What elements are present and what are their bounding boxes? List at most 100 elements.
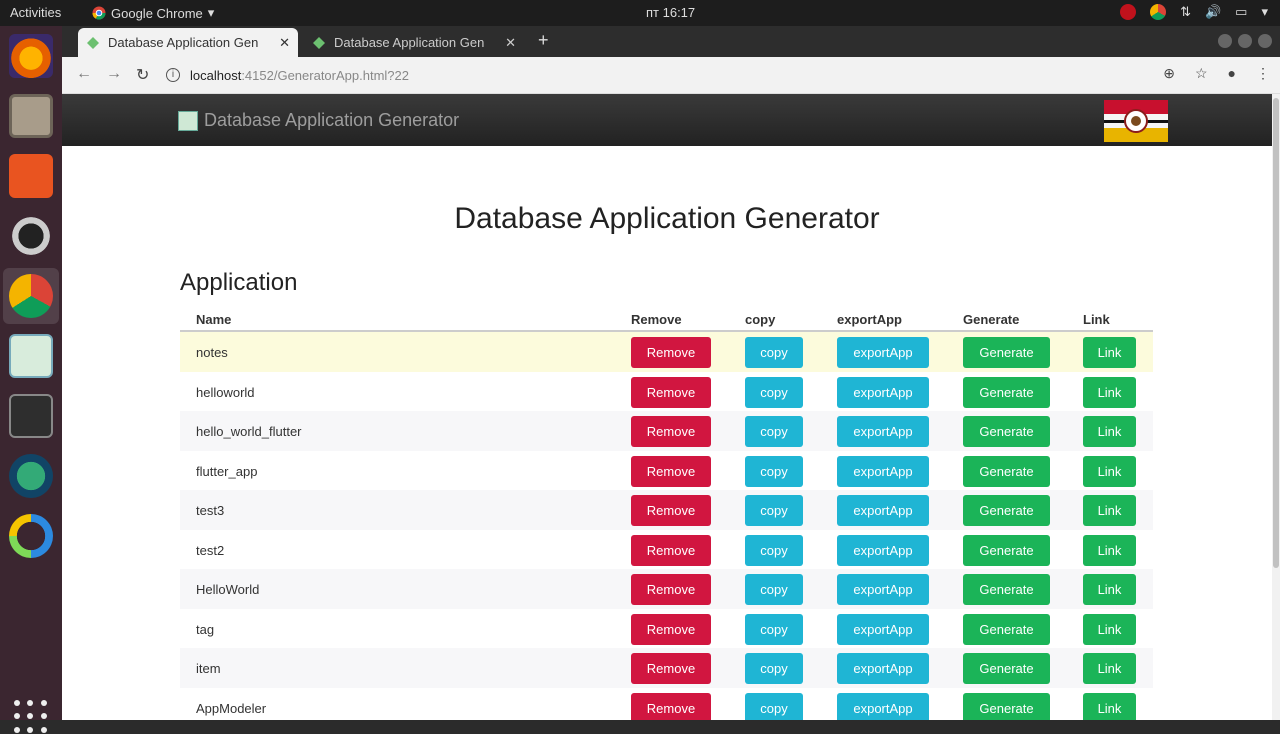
- close-tab-icon[interactable]: ✕: [505, 35, 516, 51]
- copy-button[interactable]: copy: [745, 337, 803, 368]
- app-menu-label: Google Chrome: [111, 5, 203, 21]
- header-generate[interactable]: Generate: [963, 312, 1019, 327]
- table-row: AppModeler Remove copy exportApp Generat…: [180, 688, 1153, 720]
- flag-logo-icon[interactable]: [1104, 100, 1168, 142]
- remove-button[interactable]: Remove: [631, 692, 711, 720]
- header-copy[interactable]: copy: [745, 312, 775, 327]
- chrome-dock-icon[interactable]: [9, 274, 53, 318]
- scrollbar-thumb[interactable]: [1273, 98, 1279, 568]
- bookmark-star-icon[interactable]: ☆: [1195, 65, 1208, 82]
- header-remove[interactable]: Remove: [631, 312, 682, 327]
- volume-icon[interactable]: 🔊: [1205, 4, 1221, 20]
- remove-button[interactable]: Remove: [631, 574, 711, 605]
- generate-button[interactable]: Generate: [963, 653, 1050, 684]
- remove-button[interactable]: Remove: [631, 416, 711, 447]
- link-button[interactable]: Link: [1083, 574, 1136, 605]
- close-window-icon[interactable]: [1258, 34, 1272, 48]
- activities-button[interactable]: Activities: [10, 5, 61, 20]
- export-app-button[interactable]: exportApp: [837, 376, 929, 408]
- power-icon[interactable]: ▾: [1261, 4, 1268, 20]
- link-button[interactable]: Link: [1083, 416, 1136, 447]
- minimize-icon[interactable]: [1218, 34, 1232, 48]
- export-app-button[interactable]: exportApp: [837, 534, 929, 566]
- header-export[interactable]: exportApp: [837, 312, 902, 327]
- database-app-icon[interactable]: [9, 334, 53, 378]
- generate-button[interactable]: Generate: [963, 613, 1050, 645]
- export-app-button[interactable]: exportApp: [837, 692, 929, 720]
- settings-gear-icon[interactable]: [9, 214, 53, 258]
- software-center-icon[interactable]: [9, 154, 53, 198]
- copy-button[interactable]: copy: [745, 416, 803, 447]
- record-icon[interactable]: [1120, 4, 1137, 20]
- copy-button[interactable]: copy: [745, 613, 803, 645]
- export-app-button[interactable]: exportApp: [837, 613, 929, 645]
- remove-button[interactable]: Remove: [631, 534, 711, 566]
- header-name[interactable]: Name: [196, 312, 231, 327]
- remove-button[interactable]: Remove: [631, 455, 711, 487]
- link-button[interactable]: Link: [1083, 455, 1136, 487]
- info-icon[interactable]: i: [166, 68, 180, 82]
- new-tab-icon[interactable]: +: [538, 30, 549, 51]
- globe-icon[interactable]: [9, 454, 53, 498]
- tab-inactive[interactable]: Database Application Gen ✕: [304, 28, 524, 57]
- account-icon[interactable]: ●: [1228, 65, 1236, 82]
- generate-button[interactable]: Generate: [963, 455, 1050, 487]
- app-menu[interactable]: Google Chrome ▾: [92, 5, 214, 21]
- firefox-icon[interactable]: [9, 34, 53, 78]
- copy-button[interactable]: copy: [745, 574, 803, 605]
- copy-button[interactable]: copy: [745, 653, 803, 684]
- back-icon[interactable]: ←: [76, 65, 92, 83]
- export-app-button[interactable]: exportApp: [837, 653, 929, 684]
- link-button[interactable]: Link: [1083, 495, 1136, 526]
- generate-button[interactable]: Generate: [963, 534, 1050, 566]
- page-scrollbar[interactable]: [1272, 94, 1280, 720]
- clock[interactable]: пт 16:17: [646, 5, 695, 20]
- generate-button[interactable]: Generate: [963, 376, 1050, 408]
- app-name: HelloWorld: [196, 582, 260, 597]
- files-icon[interactable]: [9, 94, 53, 138]
- tab-active[interactable]: Database Application Gen ✕: [78, 28, 298, 57]
- link-button[interactable]: Link: [1083, 692, 1136, 720]
- copy-button[interactable]: copy: [745, 692, 803, 720]
- copy-button[interactable]: copy: [745, 455, 803, 487]
- generate-button[interactable]: Generate: [963, 574, 1050, 605]
- forward-icon[interactable]: →: [106, 65, 122, 83]
- header-link[interactable]: Link: [1083, 312, 1110, 327]
- menu-icon[interactable]: ⋮: [1256, 65, 1270, 82]
- tab-title: Database Application Gen: [108, 35, 259, 50]
- copy-button[interactable]: copy: [745, 376, 803, 408]
- reload-icon[interactable]: ↻: [136, 65, 149, 85]
- link-button[interactable]: Link: [1083, 376, 1136, 408]
- network-icon[interactable]: ⇅: [1180, 4, 1191, 20]
- link-button[interactable]: Link: [1083, 653, 1136, 684]
- link-button[interactable]: Link: [1083, 337, 1136, 368]
- link-button[interactable]: Link: [1083, 534, 1136, 566]
- generate-button[interactable]: Generate: [963, 416, 1050, 447]
- export-app-button[interactable]: exportApp: [837, 495, 929, 526]
- navbar-brand[interactable]: Database Application Generator: [178, 110, 459, 131]
- remove-button[interactable]: Remove: [631, 337, 711, 368]
- address-bar[interactable]: i localhost:4152/GeneratorApp.html?22: [166, 63, 1166, 87]
- link-button[interactable]: Link: [1083, 613, 1136, 645]
- chrome-tray-icon[interactable]: [1150, 4, 1167, 20]
- show-applications-icon[interactable]: [14, 700, 48, 734]
- copy-button[interactable]: copy: [745, 534, 803, 566]
- export-app-button[interactable]: exportApp: [837, 337, 929, 368]
- close-tab-icon[interactable]: ✕: [279, 35, 290, 51]
- remove-button[interactable]: Remove: [631, 495, 711, 526]
- zoom-icon[interactable]: ⊕: [1163, 65, 1175, 82]
- export-app-button[interactable]: exportApp: [837, 416, 929, 447]
- remove-button[interactable]: Remove: [631, 613, 711, 645]
- export-app-button[interactable]: exportApp: [837, 455, 929, 487]
- ring-app-icon[interactable]: [9, 514, 53, 558]
- remove-button[interactable]: Remove: [631, 653, 711, 684]
- terminal-icon[interactable]: [9, 394, 53, 438]
- generate-button[interactable]: Generate: [963, 337, 1050, 368]
- export-app-button[interactable]: exportApp: [837, 574, 929, 605]
- battery-icon[interactable]: ▭: [1235, 4, 1247, 20]
- generate-button[interactable]: Generate: [963, 692, 1050, 720]
- remove-button[interactable]: Remove: [631, 376, 711, 408]
- copy-button[interactable]: copy: [745, 495, 803, 526]
- generate-button[interactable]: Generate: [963, 495, 1050, 526]
- maximize-icon[interactable]: [1238, 34, 1252, 48]
